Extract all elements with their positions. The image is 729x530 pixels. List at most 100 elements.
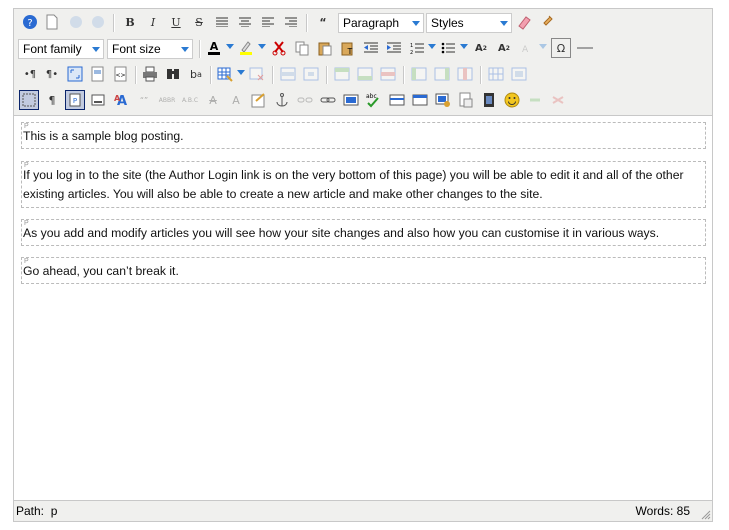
format-select[interactable]: Paragraph bbox=[338, 13, 424, 33]
insert-horizontal-layout-icon[interactable] bbox=[387, 90, 407, 110]
merge-cells-icon[interactable] bbox=[509, 64, 529, 84]
insert-vertical-layout-icon[interactable] bbox=[410, 90, 430, 110]
abbreviation-icon[interactable]: ABBR bbox=[157, 90, 177, 110]
rtl-paragraph-icon[interactable]: ¶• bbox=[42, 64, 62, 84]
align-justify-icon[interactable] bbox=[212, 12, 232, 32]
nonbreaking-icon[interactable] bbox=[525, 90, 545, 110]
toolbar-separator bbox=[113, 14, 115, 32]
acronym-icon[interactable]: A.B.C bbox=[180, 90, 200, 110]
status-bar: Path: p Words: 85 bbox=[14, 500, 712, 521]
delete-row-icon[interactable] bbox=[378, 64, 398, 84]
strikethrough-icon[interactable]: S bbox=[189, 12, 209, 32]
insert-table-icon[interactable] bbox=[215, 64, 235, 84]
font-size-select[interactable]: Font size bbox=[107, 39, 193, 59]
paragraph-marker: P bbox=[24, 220, 29, 227]
chevron-down-icon[interactable] bbox=[237, 70, 245, 75]
html-source-icon[interactable]: <> bbox=[111, 64, 131, 84]
text-color-icon[interactable]: A bbox=[204, 38, 224, 58]
paragraph-3[interactable]: P As you add and modify articles you wil… bbox=[21, 219, 706, 246]
highlight-color-icon[interactable] bbox=[236, 38, 256, 58]
align-left-icon[interactable] bbox=[258, 12, 278, 32]
ltr-paragraph-icon[interactable]: •¶ bbox=[20, 64, 40, 84]
image-manager-icon[interactable] bbox=[433, 90, 453, 110]
text-direction-icon[interactable]: A bbox=[517, 38, 537, 58]
paste-text-icon[interactable]: T bbox=[338, 38, 358, 58]
help-icon[interactable]: ? bbox=[20, 12, 40, 32]
insert-row-before-icon[interactable] bbox=[332, 64, 352, 84]
blockquote-icon[interactable]: “ bbox=[313, 12, 333, 32]
template-icon[interactable] bbox=[88, 64, 108, 84]
paragraph-2[interactable]: P If you log in to the site (the Author … bbox=[21, 161, 706, 208]
svg-text:A: A bbox=[210, 40, 219, 53]
show-blocks-icon[interactable]: ¶ bbox=[42, 90, 62, 110]
bold-icon[interactable]: B bbox=[120, 12, 140, 32]
outdent-icon[interactable] bbox=[361, 38, 381, 58]
superscript-icon[interactable]: A2 bbox=[494, 38, 514, 58]
visual-aid-icon[interactable] bbox=[19, 90, 39, 110]
align-center-icon[interactable] bbox=[235, 12, 255, 32]
undo-icon[interactable] bbox=[66, 12, 86, 32]
toolbar-separator bbox=[135, 66, 137, 84]
paragraph-1[interactable]: P This is a sample blog posting. bbox=[21, 122, 706, 149]
anchor-icon[interactable] bbox=[272, 90, 292, 110]
find-icon[interactable] bbox=[163, 64, 183, 84]
emoticons-icon[interactable] bbox=[502, 90, 522, 110]
editor-content-area[interactable]: P This is a sample blog posting. P If yo… bbox=[14, 116, 712, 501]
path-element-p[interactable]: p bbox=[51, 504, 58, 518]
link-icon[interactable] bbox=[318, 90, 338, 110]
attributes-icon[interactable] bbox=[249, 90, 269, 110]
insert-row-after-icon[interactable] bbox=[355, 64, 375, 84]
pagebreak-icon[interactable] bbox=[548, 90, 568, 110]
delete-column-icon[interactable] bbox=[455, 64, 475, 84]
resize-grip-icon[interactable] bbox=[701, 510, 711, 520]
bullet-list-icon[interactable] bbox=[438, 38, 458, 58]
unlink-icon[interactable] bbox=[295, 90, 315, 110]
delete-table-icon[interactable] bbox=[247, 64, 267, 84]
chevron-down-icon[interactable] bbox=[460, 44, 468, 49]
paragraph-4[interactable]: P Go ahead, you can’t break it. bbox=[21, 257, 706, 284]
file-manager-icon[interactable] bbox=[456, 90, 476, 110]
numbered-list-icon[interactable]: 12 bbox=[407, 38, 427, 58]
insert-column-before-icon[interactable] bbox=[409, 64, 429, 84]
redo-icon[interactable] bbox=[88, 12, 108, 32]
media-icon[interactable] bbox=[479, 90, 499, 110]
chevron-down-icon[interactable] bbox=[539, 44, 547, 49]
split-cells-icon[interactable] bbox=[486, 64, 506, 84]
chevron-down-icon[interactable] bbox=[226, 44, 234, 49]
insert-column-after-icon[interactable] bbox=[432, 64, 452, 84]
horizontal-rule-icon[interactable] bbox=[575, 38, 595, 58]
chevron-down-icon[interactable] bbox=[428, 44, 436, 49]
chevron-down-icon[interactable] bbox=[258, 44, 266, 49]
subscript-icon[interactable]: A2 bbox=[471, 38, 491, 58]
new-document-icon[interactable] bbox=[42, 12, 62, 32]
styles-props-icon[interactable]: AA bbox=[111, 90, 131, 110]
deletion-icon[interactable]: A bbox=[203, 90, 223, 110]
show-block-elements-icon[interactable]: P bbox=[65, 90, 85, 110]
word-count: Words: 85 bbox=[635, 504, 690, 518]
replace-icon[interactable]: ba bbox=[186, 64, 206, 84]
path-label: Path: bbox=[16, 504, 45, 518]
editor-toolbar: ? B I U S “ Paragraph Styles Font family… bbox=[14, 9, 712, 116]
paste-icon[interactable] bbox=[315, 38, 335, 58]
cleanup-broom-icon[interactable] bbox=[537, 12, 557, 32]
eraser-icon[interactable] bbox=[514, 12, 534, 32]
insertion-icon[interactable]: A bbox=[226, 90, 246, 110]
align-right-icon[interactable] bbox=[281, 12, 301, 32]
italic-icon[interactable]: I bbox=[143, 12, 163, 32]
quote-icon[interactable]: “” bbox=[134, 90, 154, 110]
table-cell-props-icon[interactable] bbox=[301, 64, 321, 84]
font-family-select[interactable]: Font family bbox=[18, 39, 104, 59]
print-icon[interactable] bbox=[140, 64, 160, 84]
cut-icon[interactable] bbox=[269, 38, 289, 58]
insert-image-icon[interactable] bbox=[341, 90, 361, 110]
insert-layer-icon[interactable] bbox=[88, 90, 108, 110]
underline-icon[interactable]: U bbox=[166, 12, 186, 32]
styles-select[interactable]: Styles bbox=[426, 13, 512, 33]
svg-text:P: P bbox=[73, 97, 77, 105]
spellcheck-icon[interactable]: abc bbox=[364, 90, 384, 110]
copy-icon[interactable] bbox=[292, 38, 312, 58]
indent-icon[interactable] bbox=[384, 38, 404, 58]
table-row-props-icon[interactable] bbox=[278, 64, 298, 84]
special-character-icon[interactable]: Ω bbox=[551, 38, 571, 58]
fullscreen-icon[interactable] bbox=[65, 64, 85, 84]
